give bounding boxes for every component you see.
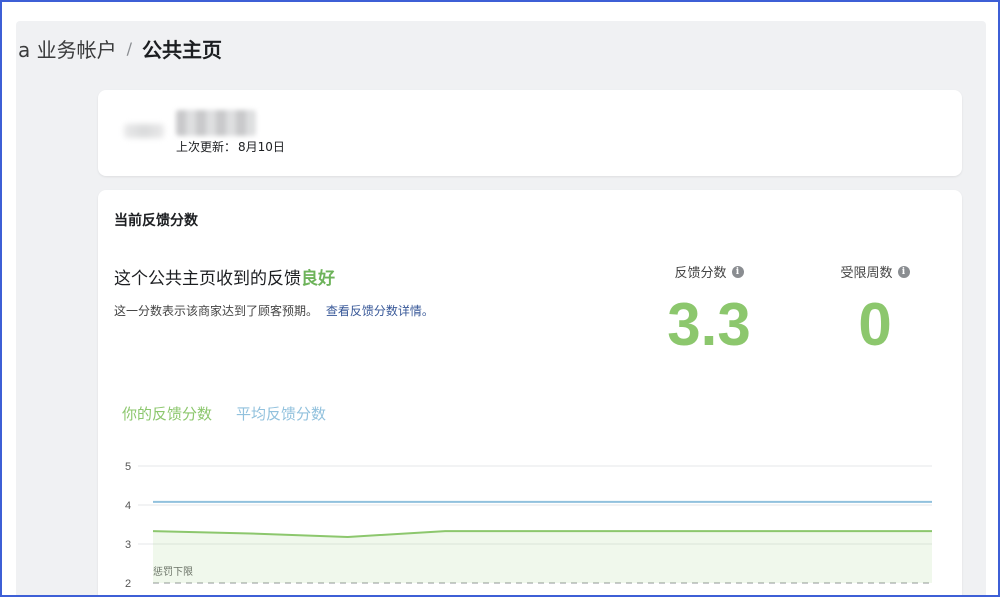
info-icon[interactable]: i <box>898 266 910 278</box>
y-tick-label: 4 <box>125 500 131 512</box>
feedback-description: 这一分数表示该商家达到了顾客预期。 查看反馈分数详情。 <box>114 302 434 319</box>
restricted-weeks-value: 0 <box>830 295 920 355</box>
page-name[interactable] <box>176 110 256 136</box>
details-link[interactable]: 查看反馈分数详情。 <box>326 304 434 318</box>
headline-rating: 良好 <box>301 269 335 289</box>
headline-prefix: 这个公共主页收到的反馈 <box>114 269 301 289</box>
y-tick-label: 2 <box>125 578 131 590</box>
legend-your-score[interactable]: 你的反馈分数 <box>122 403 212 424</box>
breadcrumb-current-page: 公共主页 <box>142 34 222 63</box>
feedback-score-chart: 5432惩罚下限 <box>98 430 962 597</box>
page-background: a 业务帐户 / 公共主页 上次更新： 8月10日 当前反馈分数 这个公共主页收… <box>16 21 986 597</box>
description-text: 这一分数表示该商家达到了顾客预期。 <box>114 304 318 318</box>
breadcrumb-business-account[interactable]: a 业务帐户 <box>18 34 117 63</box>
screenshot-frame: a 业务帐户 / 公共主页 上次更新： 8月10日 当前反馈分数 这个公共主页收… <box>0 0 1000 597</box>
feedback-score-label-row: 反馈分数 i <box>654 262 764 281</box>
breadcrumb: a 业务帐户 / 公共主页 <box>18 35 222 61</box>
section-title: 当前反馈分数 <box>114 210 198 230</box>
legend-average-score[interactable]: 平均反馈分数 <box>236 403 326 424</box>
feedback-score-stat: 反馈分数 i 3.3 <box>654 262 764 355</box>
restricted-weeks-label: 受限周数 <box>840 262 892 281</box>
page-info-card: 上次更新： 8月10日 <box>98 90 962 176</box>
chart-legend: 你的反馈分数 平均反馈分数 <box>122 403 326 424</box>
y-tick-label: 5 <box>125 461 131 473</box>
page-avatar <box>124 124 164 138</box>
feedback-score-label: 反馈分数 <box>674 262 726 281</box>
last-update-label: 上次更新： <box>176 138 236 155</box>
your-score-area <box>153 531 932 583</box>
y-tick-label: 3 <box>125 539 131 551</box>
feedback-score-card: 当前反馈分数 这个公共主页收到的反馈良好 这一分数表示该商家达到了顾客预期。 查… <box>98 190 962 597</box>
info-icon[interactable]: i <box>732 266 744 278</box>
feedback-score-value: 3.3 <box>654 295 764 355</box>
last-update: 上次更新： 8月10日 <box>176 138 285 155</box>
breadcrumb-separator: / <box>127 39 132 58</box>
restricted-weeks-label-row: 受限周数 i <box>830 262 920 281</box>
restricted-weeks-stat: 受限周数 i 0 <box>830 262 920 355</box>
last-update-value: 8月10日 <box>238 138 285 155</box>
feedback-headline: 这个公共主页收到的反馈良好 <box>114 264 335 289</box>
